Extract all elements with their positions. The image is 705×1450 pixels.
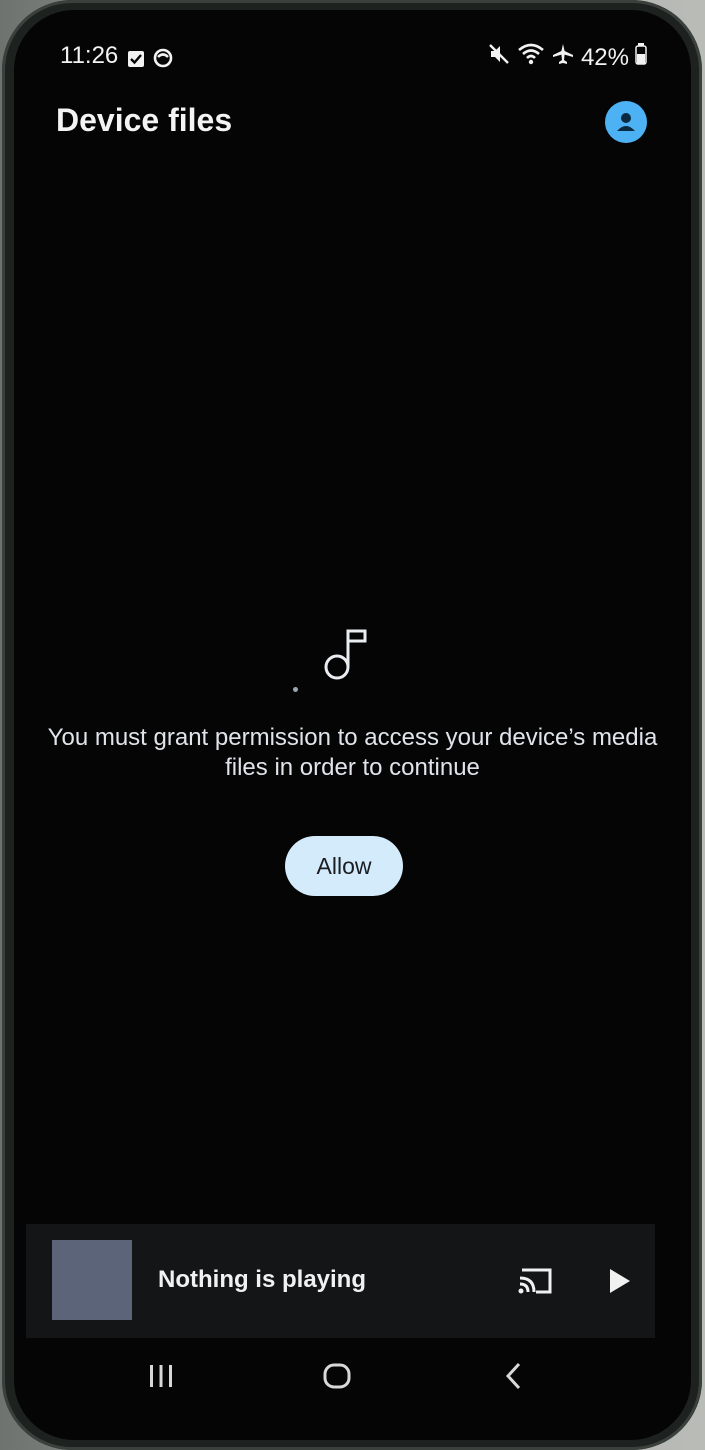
home-icon[interactable]	[317, 1356, 357, 1396]
back-icon[interactable]	[494, 1356, 534, 1396]
battery-percent: 42%	[580, 43, 629, 71]
album-art	[52, 1240, 132, 1320]
cast-icon[interactable]	[516, 1264, 556, 1298]
system-nav-bar	[14, 1340, 691, 1410]
now-playing-label: Nothing is playing	[158, 1266, 366, 1293]
screen: 11:26 42% Device files You must grant pe…	[14, 10, 691, 1440]
music-note-icon	[319, 625, 371, 683]
battery-icon	[635, 43, 647, 72]
app-notification-icon	[153, 47, 173, 75]
mute-icon	[487, 42, 511, 73]
allow-button[interactable]: Allow	[285, 836, 403, 896]
status-time: 11:26	[60, 42, 119, 69]
recent-apps-icon[interactable]	[141, 1356, 181, 1396]
page-title: Device files	[56, 102, 233, 138]
status-bar: 11:26 42%	[14, 38, 691, 78]
loading-indicator	[293, 687, 298, 692]
airplane-icon	[551, 42, 575, 73]
person-icon	[617, 113, 635, 131]
mini-player[interactable]: Nothing is playing	[26, 1224, 655, 1338]
wifi-icon	[517, 42, 545, 73]
status-right: 42%	[487, 42, 647, 73]
checkbox-notification-icon	[127, 47, 145, 75]
permission-message: You must grant permission to access your…	[47, 724, 658, 781]
account-avatar[interactable]	[605, 101, 647, 143]
play-icon[interactable]	[604, 1266, 634, 1296]
